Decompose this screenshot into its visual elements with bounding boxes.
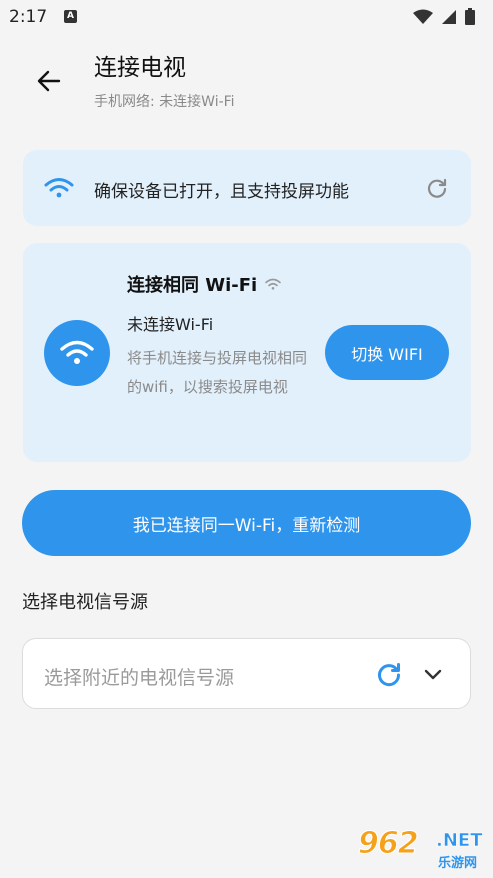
- status-icons: [413, 8, 475, 25]
- watermark-logo: 962 .NET 乐游网: [358, 826, 490, 874]
- notice-card: 确保设备已打开，且支持投屏功能: [23, 150, 471, 226]
- source-select-placeholder: 选择附近的电视信号源: [44, 667, 235, 689]
- chevron-down-icon[interactable]: [423, 664, 443, 688]
- connect-hint: 将手机连接与投屏电视相同的wifi，以搜索投屏电视: [127, 349, 308, 396]
- refresh-sources-icon[interactable]: [376, 661, 402, 691]
- page-title: 连接电视: [94, 55, 186, 81]
- watermark-domain: .NET: [436, 830, 483, 852]
- connect-wifi-card: 连接相同 Wi-Fi 未连接Wi-Fi 将手机连接与投屏电视相同的wifi，以搜…: [23, 243, 471, 462]
- cell-signal-icon: [442, 9, 456, 24]
- recheck-button[interactable]: 我已连接同一Wi-Fi，重新检测: [22, 490, 471, 556]
- status-time: 2:17: [9, 7, 48, 27]
- wifi-icon: [44, 177, 74, 203]
- switch-wifi-button[interactable]: 切换 WIFI: [325, 325, 449, 380]
- refresh-icon[interactable]: [426, 177, 448, 203]
- back-button[interactable]: [30, 62, 68, 100]
- battery-icon: [465, 8, 475, 25]
- wifi-small-icon: [265, 278, 282, 290]
- status-bar: 2:17 A: [0, 0, 493, 34]
- connect-title: 连接相同 Wi-Fi: [127, 271, 282, 297]
- wifi-signal-icon: [413, 9, 433, 24]
- connect-title-text: 连接相同 Wi-Fi: [127, 275, 258, 296]
- arrow-left-icon: [37, 70, 61, 92]
- notice-text: 确保设备已打开，且支持投屏功能: [94, 182, 349, 202]
- connection-status: 未连接Wi-Fi: [127, 315, 214, 334]
- watermark-brand: 962: [358, 826, 420, 862]
- watermark-site: 乐游网: [438, 856, 478, 871]
- source-section-label: 选择电视信号源: [22, 592, 148, 613]
- wifi-circle-icon: [44, 320, 110, 386]
- tv-source-select[interactable]: 选择附近的电视信号源: [22, 638, 471, 709]
- notification-a-icon: A: [64, 10, 77, 23]
- network-status-subtitle: 手机网络: 未连接Wi-Fi: [94, 94, 235, 110]
